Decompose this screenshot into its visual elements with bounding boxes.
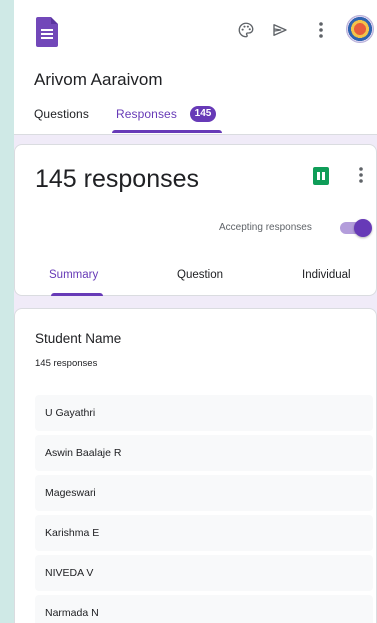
form-title: Arivom Aaraivom (34, 70, 163, 89)
palette-icon[interactable] (234, 18, 258, 42)
tab-question[interactable]: Question (177, 269, 223, 281)
tab-individual[interactable]: Individual (302, 269, 351, 281)
question-title: Student Name (35, 331, 122, 346)
sub-tab-active-indicator (51, 293, 103, 296)
responses-count-title: 145 responses (35, 165, 200, 193)
answer-item: Aswin Baalaje R (35, 435, 373, 471)
responses-count-badge: 145 (190, 106, 216, 122)
answer-item: U Gayathri (35, 395, 373, 431)
avatar[interactable] (346, 15, 374, 43)
answer-item: Narmada N (35, 595, 373, 623)
tab-summary[interactable]: Summary (49, 269, 98, 281)
accepting-responses-toggle[interactable] (340, 219, 372, 237)
tab-responses[interactable]: Responses (116, 107, 177, 121)
answer-item: Mageswari (35, 475, 373, 511)
forms-logo-icon[interactable] (36, 17, 58, 47)
answer-item: Karishma E (35, 515, 373, 551)
tab-active-indicator (112, 130, 222, 133)
accepting-responses-label: Accepting responses (219, 222, 312, 233)
sheets-icon[interactable] (313, 167, 329, 185)
send-icon[interactable] (268, 18, 292, 42)
question-summary-card: Student Name 145 responses U Gayathri As… (14, 308, 377, 623)
responses-summary-card: 145 responses Accepting responses Summar… (14, 144, 377, 296)
more-vert-icon[interactable] (309, 18, 333, 42)
more-vert-icon[interactable] (353, 163, 369, 187)
tab-questions[interactable]: Questions (34, 107, 89, 121)
app-header: Arivom Aaraivom Questions Responses 145 (14, 0, 377, 135)
question-response-count: 145 responses (35, 358, 98, 369)
forms-app: Arivom Aaraivom Questions Responses 145 … (14, 0, 377, 623)
answer-item: NIVEDA V (35, 555, 373, 591)
